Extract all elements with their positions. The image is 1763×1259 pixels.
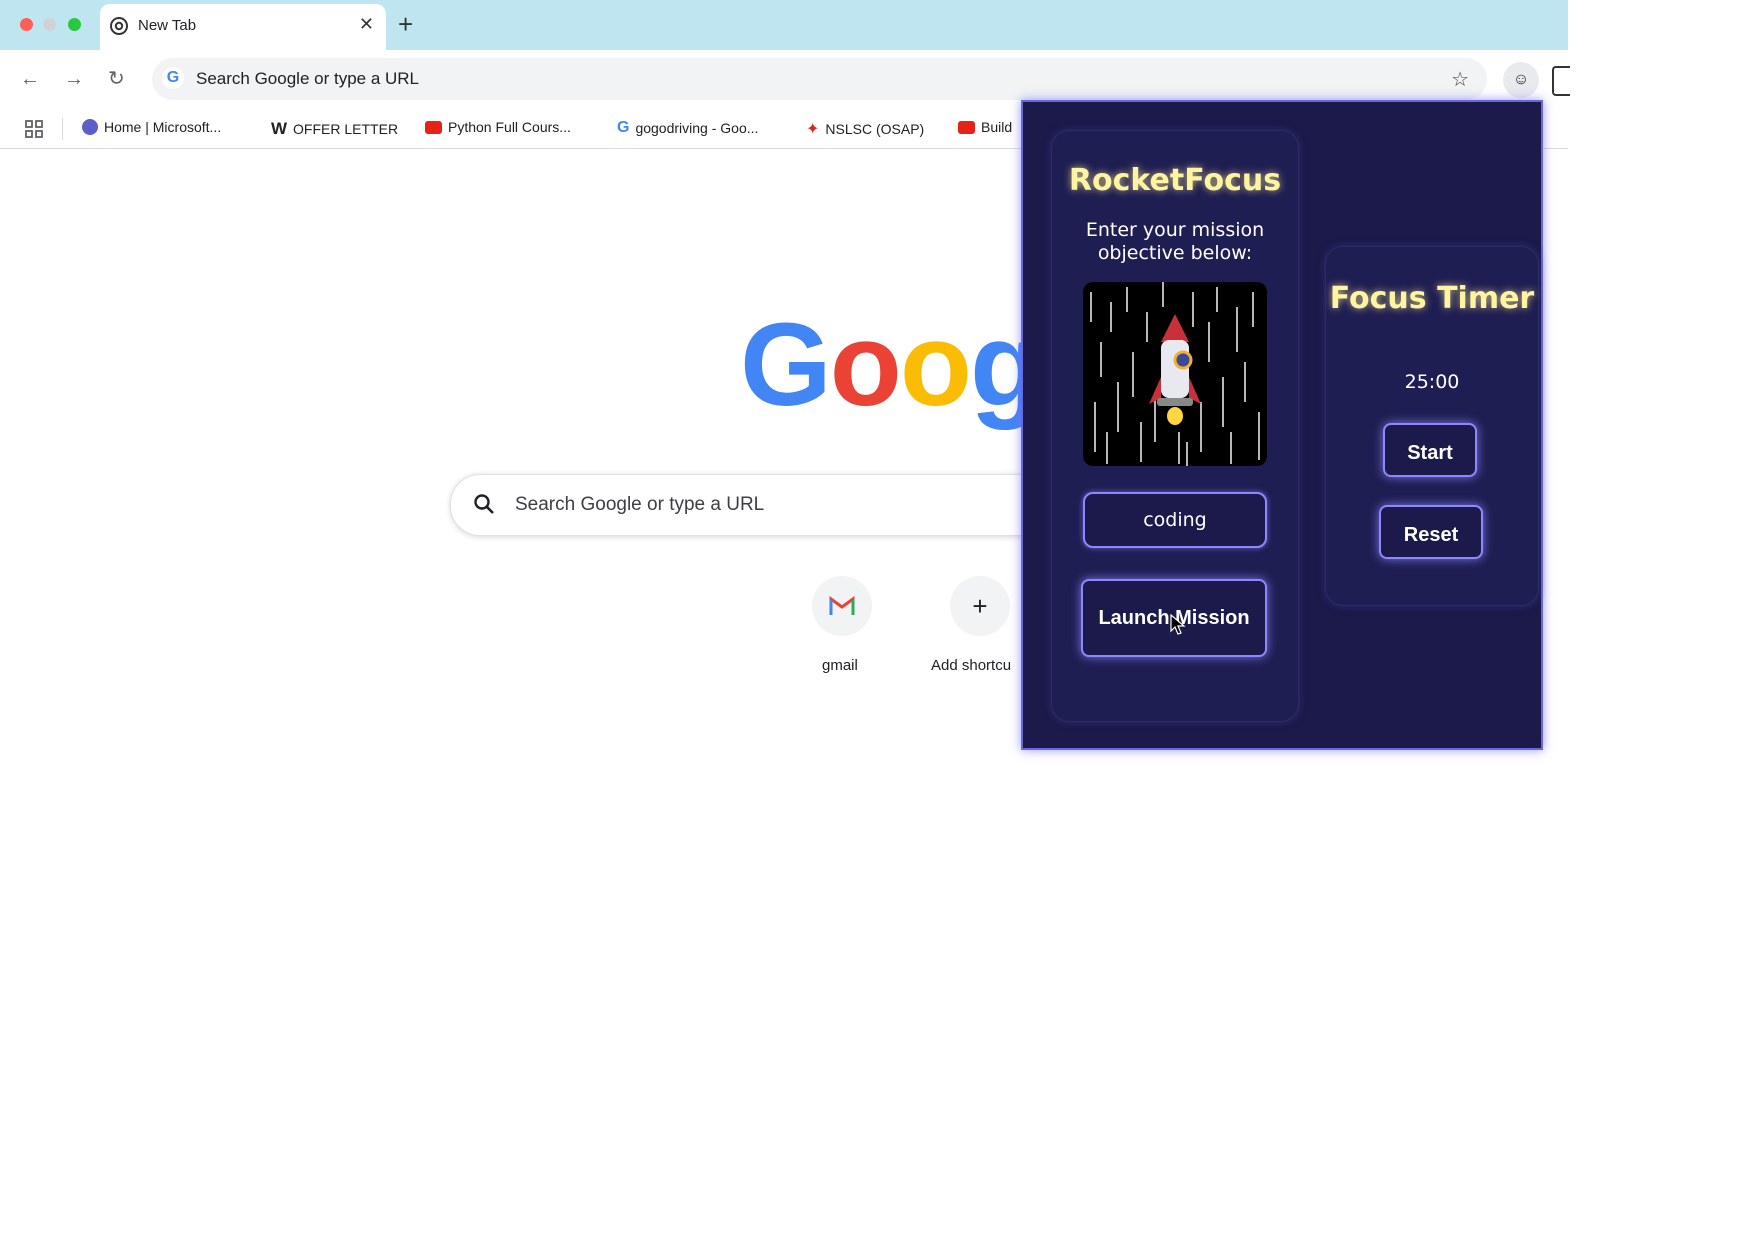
google-g-icon: G: [162, 67, 184, 89]
shortcut-label: gmail: [822, 657, 858, 674]
w-icon: W: [271, 119, 288, 138]
tab-title: New Tab: [138, 17, 197, 34]
omnibox-text[interactable]: Search Google or type a URL: [196, 69, 419, 89]
google-g-icon: G: [617, 119, 630, 136]
bookmark-label: Home | Microsoft...: [104, 119, 222, 135]
gmail-icon: [829, 596, 855, 615]
mission-objective-input[interactable]: [1083, 492, 1267, 548]
profile-avatar[interactable]: ☺: [1503, 62, 1539, 98]
google-search-box[interactable]: Search Google or type a URL: [450, 474, 1092, 536]
plus-icon: +: [972, 591, 988, 621]
rocket-animation: [1083, 282, 1267, 466]
bookmark-item[interactable]: Build: [958, 119, 1012, 135]
bookmark-label: gogodriving - Goo...: [635, 120, 759, 136]
shortcut-label: Add shortcu: [931, 657, 1012, 674]
bookmark-item[interactable]: ✦ NSLSC (OSAP): [806, 119, 924, 139]
forward-arrow-icon[interactable]: →: [64, 67, 84, 91]
title-bar: New Tab ✕ +: [0, 0, 1568, 50]
omnibox[interactable]: G Search Google or type a URL ☆: [152, 58, 1487, 100]
bookmark-label: Python Full Cours...: [448, 119, 571, 135]
timer-display: 25:00: [1404, 371, 1460, 393]
rocketfocus-popup: RocketFocus Enter your mission objective…: [1021, 100, 1543, 750]
search-placeholder: Search Google or type a URL: [515, 494, 765, 515]
bookmark-label: OFFER LETTER: [293, 121, 399, 137]
bookmark-item[interactable]: G gogodriving - Goo...: [617, 119, 758, 137]
maximize-window-button[interactable]: [68, 18, 81, 31]
new-tab-button[interactable]: +: [398, 9, 413, 39]
logo-letter: o: [899, 299, 972, 431]
close-window-button[interactable]: [20, 18, 33, 31]
bookmark-item[interactable]: Home | Microsoft...: [82, 119, 221, 135]
bookmarks-divider: [62, 118, 63, 140]
reset-button[interactable]: Reset: [1379, 505, 1483, 559]
mouse-cursor-icon: [1170, 614, 1186, 635]
bookmark-label: Build: [981, 119, 1013, 135]
bookmark-label: NSLSC (OSAP): [825, 121, 925, 137]
logo-letter: o: [829, 299, 902, 431]
bookmark-item[interactable]: Python Full Cours...: [425, 119, 571, 135]
bookmark-star-icon[interactable]: ☆: [1451, 67, 1469, 92]
back-arrow-icon[interactable]: ←: [20, 67, 40, 91]
minimize-window-button[interactable]: [43, 18, 56, 31]
bookmark-item[interactable]: W OFFER LETTER: [271, 119, 398, 139]
logo-letter: G: [740, 299, 832, 431]
search-icon: [474, 494, 494, 514]
chrome-icon: [110, 17, 128, 35]
extensions-puzzle-icon[interactable]: [1552, 66, 1570, 96]
rocket-icon: [1090, 282, 1260, 466]
apps-grid-icon[interactable]: [25, 120, 43, 138]
tab-new-tab[interactable]: New Tab ✕: [100, 4, 386, 50]
add-shortcut-button[interactable]: +: [950, 576, 1010, 636]
shortcut-gmail[interactable]: [812, 576, 872, 636]
reload-icon[interactable]: ↻: [108, 67, 125, 91]
maple-leaf-icon: ✦: [806, 121, 820, 138]
microsoft-icon: [82, 119, 98, 135]
app-title: RocketFocus: [1068, 163, 1282, 198]
timer-title: Focus Timer: [1329, 281, 1535, 316]
close-tab-icon[interactable]: ✕: [359, 14, 374, 35]
start-button[interactable]: Start: [1383, 423, 1477, 477]
youtube-icon: [425, 120, 442, 134]
mission-prompt: Enter your mission objective below:: [1085, 219, 1265, 264]
youtube-icon: [958, 120, 975, 134]
focus-timer-card: Focus Timer 25:00 Start Reset: [1325, 246, 1539, 606]
